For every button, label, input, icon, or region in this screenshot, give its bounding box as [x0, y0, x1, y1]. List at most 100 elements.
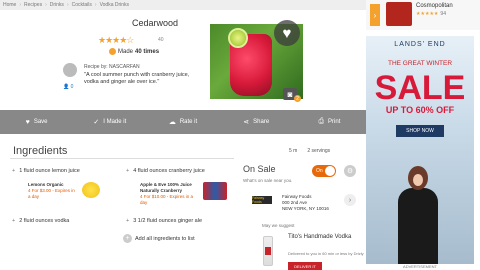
store-logo: Fairway Foods [252, 196, 272, 204]
related-recipe-title[interactable]: Cosmopolitan [416, 3, 453, 9]
suggestion-heading: May we suggest [262, 223, 295, 228]
made-it-times: 40 times [135, 48, 160, 55]
ad-model-face [413, 174, 423, 186]
photo-count-badge: 2 [294, 95, 301, 102]
made-it-count: Made 40 times [109, 48, 161, 55]
chevron-right-icon: › [348, 196, 352, 204]
ingredient-item[interactable]: +1 fluid ounce lemon juice [12, 168, 80, 174]
printer-icon: ⎙ [318, 118, 325, 125]
toggle-knob [325, 166, 335, 176]
advertisement-label: ADVERTISEMENT [403, 264, 437, 269]
rate-it-button[interactable]: ☁ Rate it [146, 110, 219, 134]
followers-count[interactable]: 👤 0 [63, 84, 73, 90]
share-label: Share [253, 119, 270, 125]
ingredient-item[interactable]: +3 1/2 fluid ounces ginger ale [126, 218, 202, 224]
ingredient-text: 2 fluid ounces vodka [19, 218, 70, 224]
ad-brand: LANDS' END [394, 41, 446, 48]
sponsor-offer: 4 For $10.00 - Expires in a day [140, 194, 194, 205]
camera-icon: ◙ [287, 89, 293, 99]
heart-icon: ♥ [25, 118, 30, 126]
ad-sale-text: SALE [374, 69, 466, 107]
recipe-rating-stars[interactable]: ★★★★☆ [98, 35, 134, 46]
breadcrumb-separator: › [66, 2, 69, 8]
share-button[interactable]: ⋖ Share [220, 110, 293, 134]
chat-bubble-icon: ☁ [168, 119, 176, 126]
plus-icon: + [12, 218, 16, 224]
favorite-button[interactable]: ♥ [274, 20, 300, 46]
plus-icon: + [126, 168, 130, 174]
save-button[interactable]: ♥ Save [0, 110, 73, 134]
toggle-label: On [316, 168, 323, 174]
followers-value: 0 [70, 84, 74, 90]
suggested-product-name[interactable]: Tito's Handmade Vodka [288, 234, 351, 241]
store-address-line1: 000 2nd Ave [282, 200, 307, 205]
on-sale-subtitle: What's on sale near you. [243, 178, 293, 183]
ad-model-jacket [398, 188, 438, 264]
plus-icon: + [12, 168, 16, 174]
check-icon: ✓ [93, 119, 100, 126]
recipe-description: "A cool summer punch with cranberry juic… [84, 72, 190, 85]
save-label: Save [33, 119, 48, 125]
add-all-label: Add all ingredients to list [135, 235, 195, 242]
plus-circle-icon: + [123, 234, 132, 243]
store-info[interactable]: Fairway Foods 000 2nd Ave NEW YORK, NY 1… [282, 194, 329, 212]
made-it-label: I Made it [103, 119, 127, 125]
store-address-line2: NEW YORK, NY 10016 [282, 206, 329, 211]
print-label: Print [328, 119, 341, 125]
prep-time: 5 m [289, 148, 298, 154]
related-recipe-next-arrow[interactable]: › [370, 4, 380, 26]
ad-headline: THE GREAT WINTER [387, 60, 453, 67]
breadcrumb-cocktails[interactable]: Cocktails [72, 2, 92, 8]
star-icon: ★★★★★ [416, 11, 439, 17]
author-avatar[interactable] [63, 63, 77, 77]
lemons-product-image [82, 182, 100, 198]
made-it-prefix: Made [118, 48, 134, 55]
made-it-button[interactable]: ✓ I Made it [73, 110, 146, 134]
recipe-meta: 5 m 2 servings [289, 148, 330, 154]
gear-icon: ⚙ [346, 168, 354, 175]
related-recipe-thumbnail[interactable] [386, 2, 412, 26]
sponsor-name: Apple & Eve 100% Juice Naturally Cranber… [140, 182, 192, 193]
ingredient-text: 1 fluid ounce lemon juice [19, 168, 80, 174]
breadcrumb: Home › Recipes › Drinks › Cocktails › Vo… [0, 0, 366, 10]
lime-slice-illustration [228, 28, 248, 48]
breadcrumb-separator: › [94, 2, 97, 8]
rate-it-label: Rate it [179, 119, 198, 125]
page: Home › Recipes › Drinks › Cocktails › Vo… [0, 0, 480, 270]
print-button[interactable]: ⎙ Print [293, 110, 366, 134]
vodka-product-image [263, 236, 273, 266]
ad-model-image [396, 166, 440, 264]
ingredient-sponsor[interactable]: Lemons Organic 4 For $3.00 - Expires in … [28, 182, 78, 200]
star-icon: ★★★★☆ [98, 35, 134, 45]
servings-count[interactable]: 2 servings [307, 148, 330, 154]
store-settings-button[interactable]: ⚙ [344, 165, 356, 177]
on-sale-toggle[interactable]: On [312, 165, 336, 177]
recipe-action-bar: ♥ Save ✓ I Made it ☁ Rate it ⋖ Share ⎙ P… [0, 110, 366, 134]
breadcrumb-drinks[interactable]: Drinks [50, 2, 64, 8]
plus-icon: + [126, 218, 130, 224]
deliver-it-button[interactable]: DELIVER IT [288, 262, 322, 270]
recipe-title: Cedarwood [131, 18, 179, 28]
add-all-to-list-button[interactable]: + Add all ingredients to list [123, 234, 195, 243]
ingredient-sponsor[interactable]: Apple & Eve 100% Juice Naturally Cranber… [140, 182, 200, 206]
advertisement-banner[interactable]: LANDS' END THE GREAT WINTER SALE UP TO 6… [366, 36, 474, 264]
suggested-product-description: Delivered to you in 60 min or less by Dr… [288, 251, 364, 256]
juice-product-image [203, 182, 227, 200]
ingredient-item[interactable]: +4 fluid ounces cranberry juice [126, 168, 205, 174]
ingredient-text: 4 fluid ounces cranberry juice [133, 168, 205, 174]
chevron-right-icon: › [373, 10, 377, 20]
person-icon: 👤 [63, 84, 70, 90]
ingredient-text: 3 1/2 fluid ounces ginger ale [133, 218, 203, 224]
next-store-button[interactable]: › [344, 194, 356, 206]
divider [10, 158, 234, 159]
ingredients-heading: Ingredients [13, 145, 68, 157]
breadcrumb-recipes[interactable]: Recipes [24, 2, 42, 8]
breadcrumb-vodka-drinks[interactable]: Vodka Drinks [100, 2, 129, 8]
related-recipe-rating-count: 94 [440, 11, 446, 17]
ad-shop-now-button[interactable]: SHOP NOW [396, 125, 444, 137]
breadcrumb-home[interactable]: Home [3, 2, 16, 8]
store-logo-text: Fairway Foods [252, 196, 265, 204]
share-icon: ⋖ [243, 119, 250, 126]
ingredient-item[interactable]: +2 fluid ounces vodka [12, 218, 69, 224]
recipe-author[interactable]: Recipe by: NASCARFAN [84, 64, 140, 70]
